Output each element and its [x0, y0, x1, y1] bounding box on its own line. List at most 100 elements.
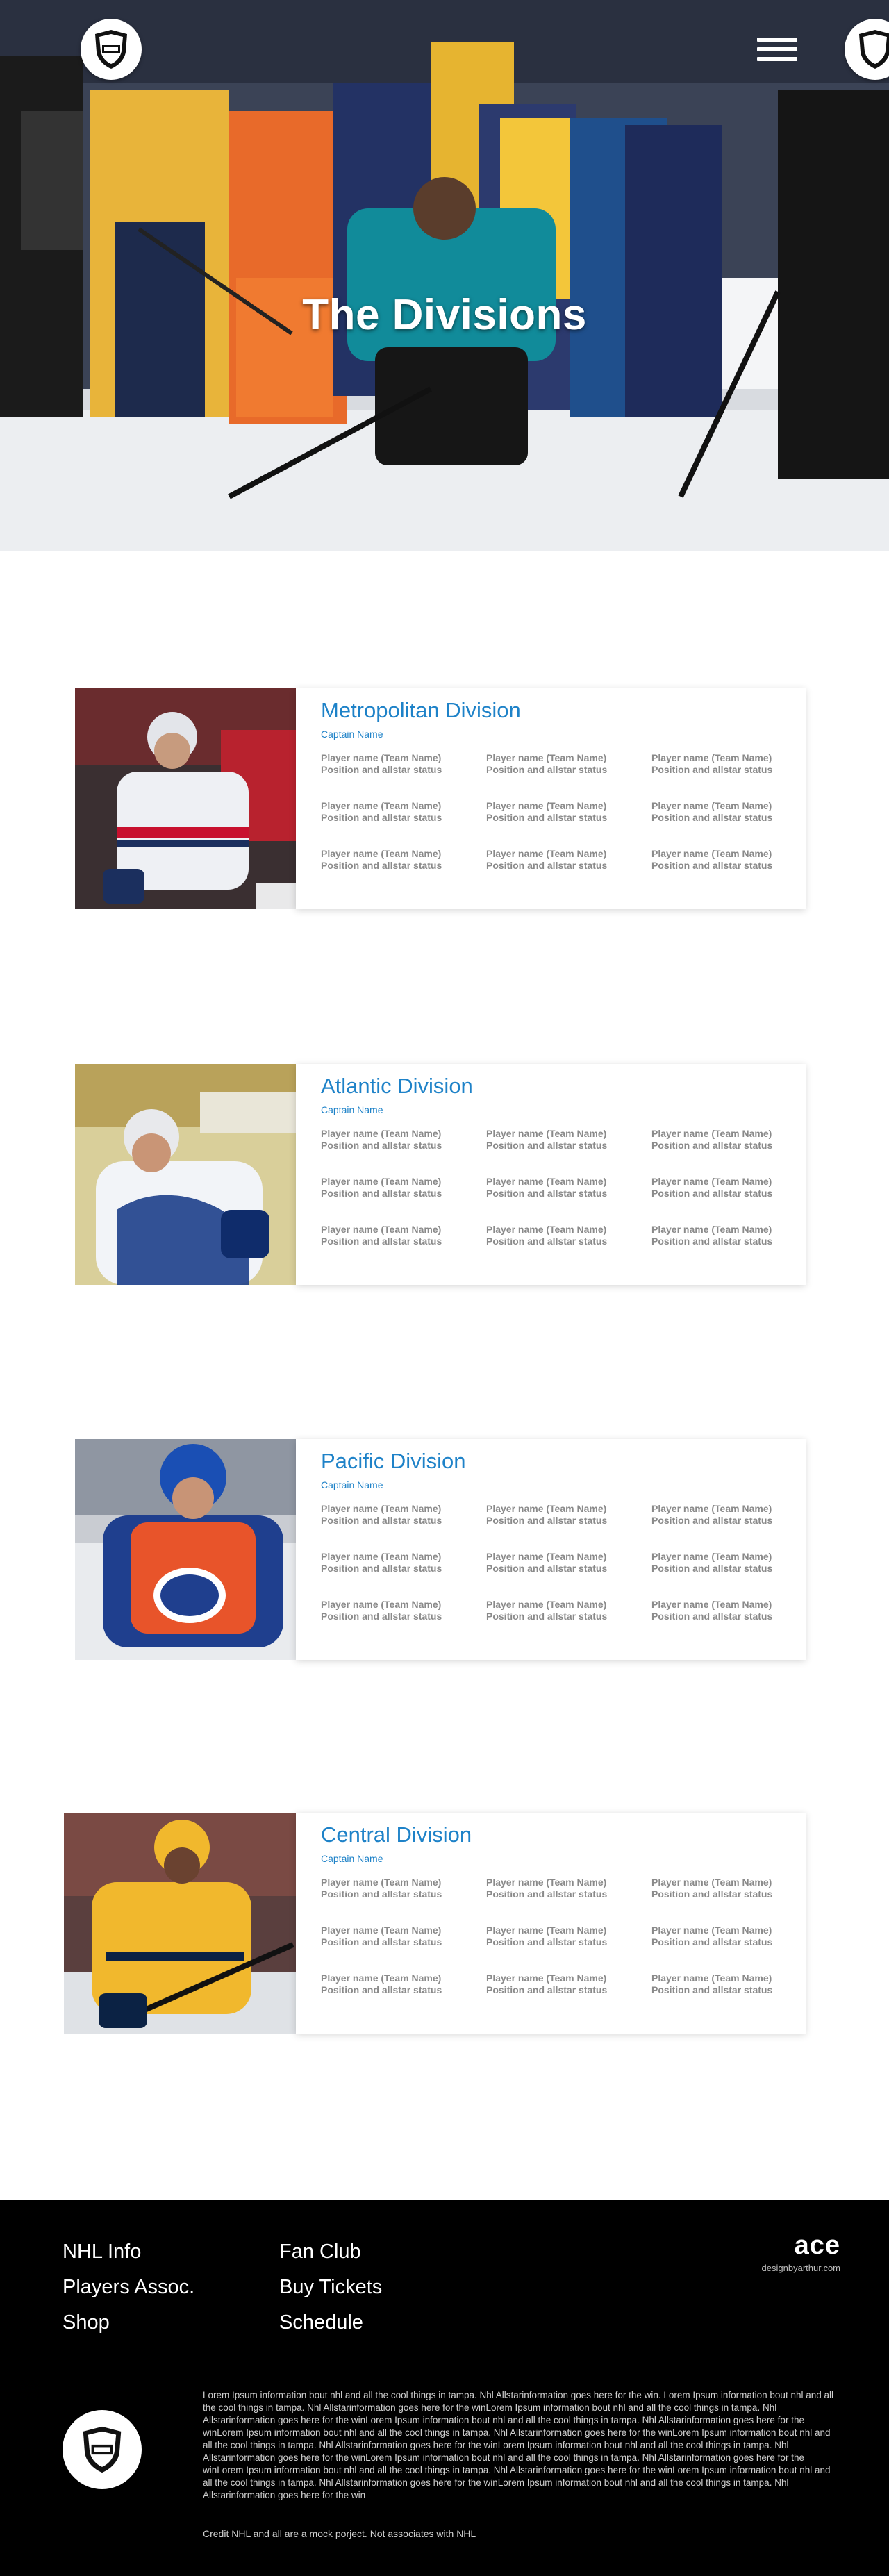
list-item: Player name (Team Name) Position and alls… — [321, 1599, 488, 1622]
list-item: Player name (Team Name) Position and alls… — [321, 1503, 488, 1527]
player-status: Position and allstar status — [486, 1611, 608, 1622]
player-name: Player name (Team Name) — [651, 1503, 772, 1514]
footer-link-buy-tickets[interactable]: Buy Tickets — [279, 2276, 382, 2299]
hamburger-menu-icon[interactable] — [757, 38, 797, 65]
footer-logo[interactable] — [63, 2410, 142, 2489]
player-status: Position and allstar status — [486, 1936, 608, 1947]
player-status: Position and allstar status — [651, 1236, 773, 1247]
player-name: Player name (Team Name) — [321, 1972, 442, 1984]
list-item: Player name (Team Name) Position and alls… — [486, 1599, 653, 1622]
player-name: Player name (Team Name) — [486, 1176, 607, 1187]
player-status: Position and allstar status — [486, 1236, 608, 1247]
player-name: Player name (Team Name) — [651, 1877, 772, 1888]
player-status: Position and allstar status — [651, 1563, 773, 1574]
player-name: Player name (Team Name) — [321, 1599, 442, 1610]
division-title: Pacific Division — [321, 1449, 466, 1473]
player-status: Position and allstar status — [651, 1188, 773, 1199]
list-item: Player name (Team Name) Position and alls… — [486, 1877, 653, 1900]
player-name: Player name (Team Name) — [486, 1599, 607, 1610]
list-item: Player name (Team Name) Position and alls… — [651, 1972, 818, 1996]
player-status: Position and allstar status — [321, 1888, 442, 1900]
player-status: Position and allstar status — [486, 1984, 608, 1995]
player-name: Player name (Team Name) — [321, 1925, 442, 1936]
player-status: Position and allstar status — [651, 860, 773, 871]
division-card-pacific: Pacific Division Captain Name Player nam… — [75, 1439, 806, 1660]
player-status: Position and allstar status — [651, 1515, 773, 1526]
player-photo-capitals — [75, 688, 296, 909]
list-item: Player name (Team Name) Position and alls… — [486, 848, 653, 872]
player-grid: Player name (Team Name) Position and alls… — [321, 752, 807, 891]
nhl-shield-icon — [83, 2426, 122, 2473]
player-status: Position and allstar status — [486, 1888, 608, 1900]
hero-banner: The Divisions — [0, 0, 889, 551]
list-item: Player name (Team Name) Position and alls… — [321, 800, 488, 824]
list-item: Player name (Team Name) Position and alls… — [486, 752, 653, 776]
list-item: Player name (Team Name) Position and alls… — [321, 752, 488, 776]
player-name: Player name (Team Name) — [651, 848, 772, 859]
list-item: Player name (Team Name) Position and alls… — [651, 1503, 818, 1527]
player-grid: Player name (Team Name) Position and alls… — [321, 1877, 807, 2016]
list-item: Player name (Team Name) Position and alls… — [321, 848, 488, 872]
player-status: Position and allstar status — [486, 1188, 608, 1199]
captain-name[interactable]: Captain Name — [321, 729, 383, 740]
player-status: Position and allstar status — [321, 812, 442, 823]
division-panel: Metropolitan Division Captain Name Playe… — [296, 688, 806, 909]
captain-name[interactable]: Captain Name — [321, 1479, 383, 1490]
player-name: Player name (Team Name) — [321, 1128, 442, 1139]
player-name: Player name (Team Name) — [486, 1503, 607, 1514]
player-status: Position and allstar status — [321, 1984, 442, 1995]
list-item: Player name (Team Name) Position and alls… — [321, 1224, 488, 1247]
list-item: Player name (Team Name) Position and alls… — [321, 1551, 488, 1574]
list-item: Player name (Team Name) Position and alls… — [321, 1925, 488, 1948]
player-name: Player name (Team Name) — [651, 1599, 772, 1610]
player-name: Player name (Team Name) — [651, 752, 772, 763]
list-item: Player name (Team Name) Position and alls… — [651, 752, 818, 776]
player-name: Player name (Team Name) — [486, 1551, 607, 1562]
list-item: Player name (Team Name) Position and alls… — [651, 1224, 818, 1247]
division-photo — [64, 1813, 296, 2034]
player-name: Player name (Team Name) — [321, 848, 442, 859]
player-grid: Player name (Team Name) Position and alls… — [321, 1503, 807, 1642]
footer-link-nhl-info[interactable]: NHL Info — [63, 2241, 141, 2263]
list-item: Player name (Team Name) Position and alls… — [651, 800, 818, 824]
list-item: Player name (Team Name) Position and alls… — [651, 1925, 818, 1948]
hero-photo — [0, 0, 889, 551]
footer-link-players-assoc[interactable]: Players Assoc. — [63, 2276, 194, 2299]
player-status: Position and allstar status — [651, 764, 773, 775]
nav-logo-button[interactable] — [81, 19, 142, 80]
player-name: Player name (Team Name) — [486, 848, 607, 859]
list-item: Player name (Team Name) Position and alls… — [321, 1176, 488, 1199]
list-item: Player name (Team Name) Position and alls… — [651, 1551, 818, 1574]
division-photo — [75, 1439, 301, 1660]
player-status: Position and allstar status — [486, 1515, 608, 1526]
division-title: Central Division — [321, 1822, 472, 1847]
division-title: Atlantic Division — [321, 1074, 473, 1098]
footer-link-shop[interactable]: Shop — [63, 2311, 110, 2334]
captain-name[interactable]: Captain Name — [321, 1853, 383, 1864]
player-status: Position and allstar status — [486, 860, 608, 871]
player-name: Player name (Team Name) — [651, 1128, 772, 1139]
menu-bar — [757, 57, 797, 61]
player-status: Position and allstar status — [321, 1236, 442, 1247]
footer-credit: Credit NHL and all are a mock porject. N… — [203, 2528, 476, 2539]
player-status: Position and allstar status — [321, 1515, 442, 1526]
list-item: Player name (Team Name) Position and alls… — [486, 1925, 653, 1948]
player-status: Position and allstar status — [651, 1936, 773, 1947]
player-name: Player name (Team Name) — [321, 800, 442, 811]
footer-link-fan-club[interactable]: Fan Club — [279, 2241, 361, 2263]
division-panel: Central Division Captain Name Player nam… — [296, 1813, 806, 2034]
player-status: Position and allstar status — [321, 860, 442, 871]
menu-bar — [757, 47, 797, 51]
footer-link-schedule[interactable]: Schedule — [279, 2311, 363, 2334]
player-name: Player name (Team Name) — [486, 752, 607, 763]
player-status: Position and allstar status — [651, 1140, 773, 1151]
player-status: Position and allstar status — [321, 764, 442, 775]
player-name: Player name (Team Name) — [321, 1176, 442, 1187]
captain-name[interactable]: Captain Name — [321, 1104, 383, 1115]
list-item: Player name (Team Name) Position and alls… — [651, 1176, 818, 1199]
brand-logo[interactable]: ace — [795, 2231, 840, 2261]
list-item: Player name (Team Name) Position and alls… — [486, 800, 653, 824]
brand-site[interactable]: designbyarthur.com — [762, 2263, 840, 2273]
list-item: Player name (Team Name) Position and alls… — [651, 1128, 818, 1152]
player-name: Player name (Team Name) — [651, 1972, 772, 1984]
